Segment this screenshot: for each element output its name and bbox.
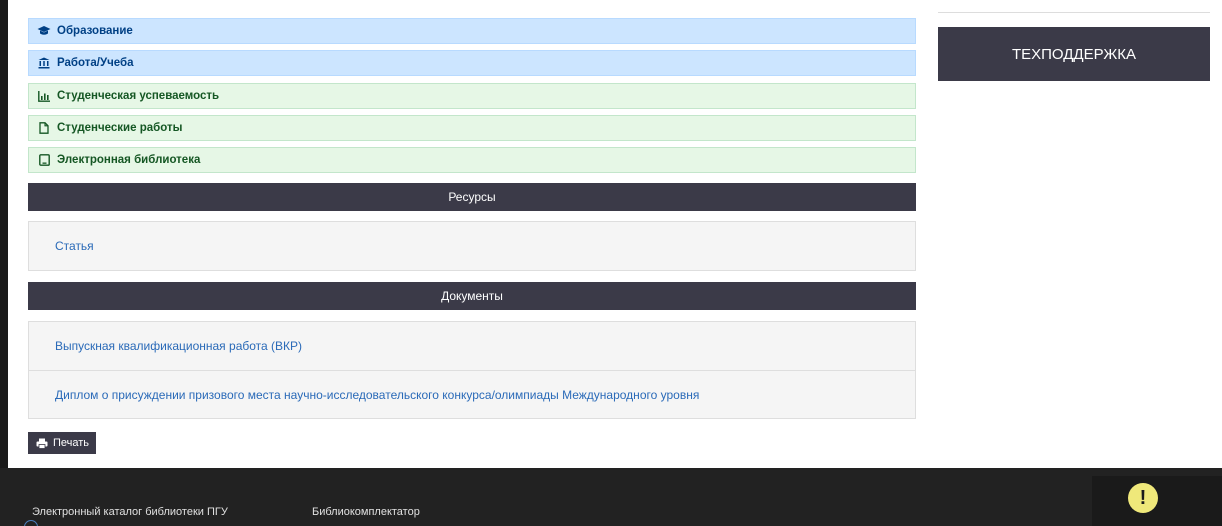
section-education[interactable]: Образование <box>28 18 916 44</box>
section-student-works[interactable]: Студенческие работы <box>28 115 916 141</box>
tech-support-label: ТЕХПОДДЕРЖКА <box>1011 45 1137 63</box>
footer: Электронный каталог библиотеки ПГУ Библи… <box>0 468 1222 526</box>
footer-logo-fragment <box>24 520 38 526</box>
tablet-icon <box>37 153 51 167</box>
footer-link-acquisition[interactable]: Библиокомплектатор <box>312 506 420 518</box>
resource-link-article[interactable]: Статья <box>29 222 915 270</box>
printer-icon <box>35 436 49 450</box>
section-student-performance[interactable]: Студенческая успеваемость <box>28 83 916 109</box>
institution-icon <box>37 56 51 70</box>
tech-support-button[interactable]: ТЕХПОДДЕРЖКА <box>938 27 1210 81</box>
documents-title: Документы <box>441 289 503 303</box>
section-label: Работа/Учеба <box>57 57 134 69</box>
right-divider <box>938 12 1210 13</box>
left-border-bar <box>0 0 8 468</box>
section-label: Студенческие работы <box>57 122 183 134</box>
documents-header: Документы <box>28 282 916 310</box>
section-label: Образование <box>57 25 133 37</box>
print-button[interactable]: Печать <box>28 432 97 454</box>
exclamation-icon[interactable]: ! <box>1128 483 1158 513</box>
section-label: Студенческая успеваемость <box>57 90 220 102</box>
alert-symbol: ! <box>1139 486 1147 509</box>
section-electronic-library[interactable]: Электронная библиотека <box>28 147 916 173</box>
documents-list: Выпускная квалификационная работа (ВКР) … <box>28 321 916 419</box>
resources-list: Статья <box>28 221 916 271</box>
resources-header: Ресурсы <box>28 183 916 211</box>
document-link-diploma[interactable]: Диплом о присуждении призового места нау… <box>29 370 915 418</box>
bar-chart-icon <box>37 89 51 103</box>
section-label: Электронная библиотека <box>57 154 201 166</box>
file-icon <box>37 121 51 135</box>
footer-link-catalog[interactable]: Электронный каталог библиотеки ПГУ <box>32 506 228 518</box>
section-work-study[interactable]: Работа/Учеба <box>28 50 916 76</box>
graduation-cap-icon <box>37 24 51 38</box>
document-link-vkr[interactable]: Выпускная квалификационная работа (ВКР) <box>29 322 915 370</box>
print-label: Печать <box>53 437 90 449</box>
resources-title: Ресурсы <box>448 190 496 204</box>
